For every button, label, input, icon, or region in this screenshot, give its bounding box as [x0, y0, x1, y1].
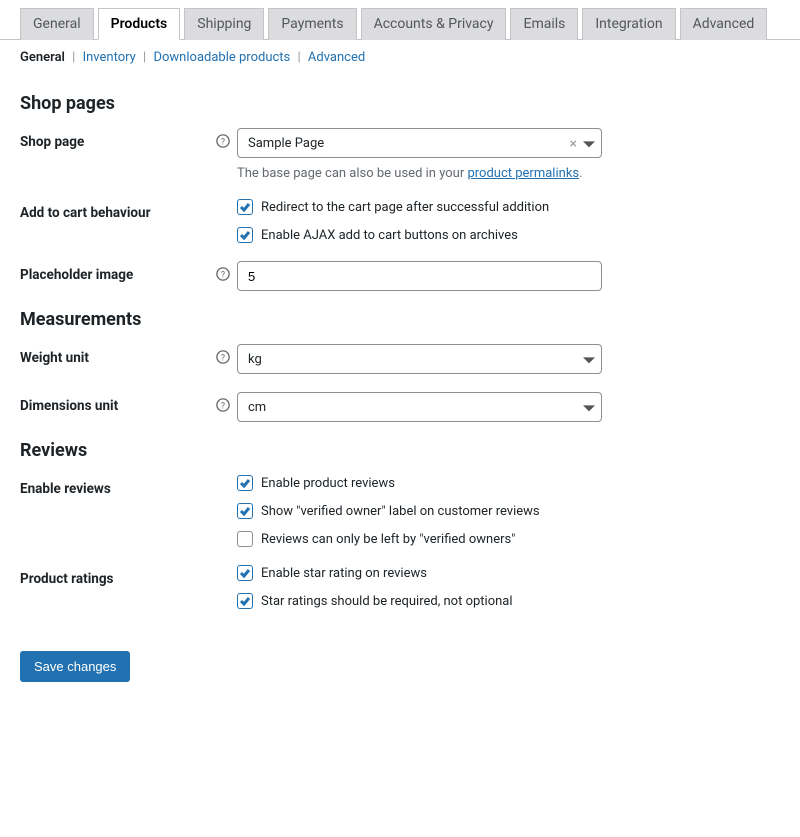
- svg-text:?: ?: [221, 271, 225, 281]
- product-permalinks-link[interactable]: product permalinks: [467, 166, 579, 181]
- checkbox-redirect-label: Redirect to the cart page after successf…: [261, 200, 549, 215]
- tab-accounts-privacy[interactable]: Accounts & Privacy: [361, 8, 507, 40]
- checkbox-enable-reviews-label: Enable product reviews: [261, 476, 395, 491]
- checkbox-verified-only[interactable]: [237, 531, 253, 547]
- section-shop-pages: Shop pages: [20, 93, 780, 114]
- svg-text:?: ?: [221, 402, 225, 412]
- chevron-down-icon: [583, 139, 595, 154]
- dimensions-unit-value: cm: [248, 400, 266, 415]
- dimensions-unit-select[interactable]: cm: [237, 392, 602, 422]
- weight-unit-select[interactable]: kg: [237, 344, 602, 374]
- subtab-downloadable[interactable]: Downloadable products: [153, 50, 290, 65]
- checkbox-star-rating-label: Enable star rating on reviews: [261, 566, 427, 581]
- checkbox-ajax-label: Enable AJAX add to cart buttons on archi…: [261, 228, 518, 243]
- tab-payments[interactable]: Payments: [268, 8, 356, 40]
- help-icon[interactable]: ?: [215, 128, 231, 148]
- svg-text:?: ?: [221, 138, 225, 148]
- weight-unit-value: kg: [248, 352, 262, 367]
- shop-page-select[interactable]: Sample Page ×: [237, 128, 602, 158]
- clear-icon[interactable]: ×: [570, 136, 577, 152]
- checkbox-ajax-cart[interactable]: [237, 227, 253, 243]
- sub-navigation: General | Inventory | Downloadable produ…: [0, 40, 800, 75]
- checkbox-ratings-required-label: Star ratings should be required, not opt…: [261, 594, 513, 609]
- tab-general[interactable]: General: [20, 8, 94, 40]
- svg-text:?: ?: [221, 354, 225, 364]
- subtab-inventory[interactable]: Inventory: [83, 50, 136, 65]
- tab-products[interactable]: Products: [98, 8, 181, 40]
- label-dimensions-unit: Dimensions unit: [20, 392, 215, 414]
- checkbox-verified-label-text: Show "verified owner" label on customer …: [261, 504, 540, 519]
- checkbox-enable-reviews[interactable]: [237, 475, 253, 491]
- chevron-down-icon: [583, 403, 595, 418]
- chevron-down-icon: [583, 355, 595, 370]
- subtab-general[interactable]: General: [20, 50, 65, 65]
- tab-shipping[interactable]: Shipping: [184, 8, 264, 40]
- help-icon[interactable]: ?: [215, 392, 231, 412]
- tab-advanced[interactable]: Advanced: [680, 8, 768, 40]
- help-icon[interactable]: ?: [215, 344, 231, 364]
- section-measurements: Measurements: [20, 309, 780, 330]
- label-shop-page: Shop page: [20, 128, 215, 150]
- checkbox-redirect-cart[interactable]: [237, 199, 253, 215]
- shop-page-value: Sample Page: [248, 136, 324, 151]
- top-tabs: General Products Shipping Payments Accou…: [0, 0, 800, 40]
- label-enable-reviews: Enable reviews: [20, 475, 215, 497]
- help-icon[interactable]: ?: [215, 261, 231, 281]
- checkbox-verified-label[interactable]: [237, 503, 253, 519]
- save-changes-button[interactable]: Save changes: [20, 651, 130, 682]
- shop-page-description: The base page can also be used in your p…: [237, 166, 617, 181]
- tab-emails[interactable]: Emails: [510, 8, 578, 40]
- tab-integration[interactable]: Integration: [582, 8, 675, 40]
- checkbox-ratings-required[interactable]: [237, 593, 253, 609]
- section-reviews: Reviews: [20, 440, 780, 461]
- label-add-to-cart: Add to cart behaviour: [20, 199, 215, 221]
- label-weight-unit: Weight unit: [20, 344, 215, 366]
- checkbox-star-rating[interactable]: [237, 565, 253, 581]
- placeholder-image-input[interactable]: [237, 261, 602, 291]
- label-product-ratings: Product ratings: [20, 565, 215, 587]
- subtab-advanced[interactable]: Advanced: [308, 50, 365, 65]
- label-placeholder-image: Placeholder image: [20, 261, 215, 283]
- checkbox-verified-only-label: Reviews can only be left by "verified ow…: [261, 532, 515, 547]
